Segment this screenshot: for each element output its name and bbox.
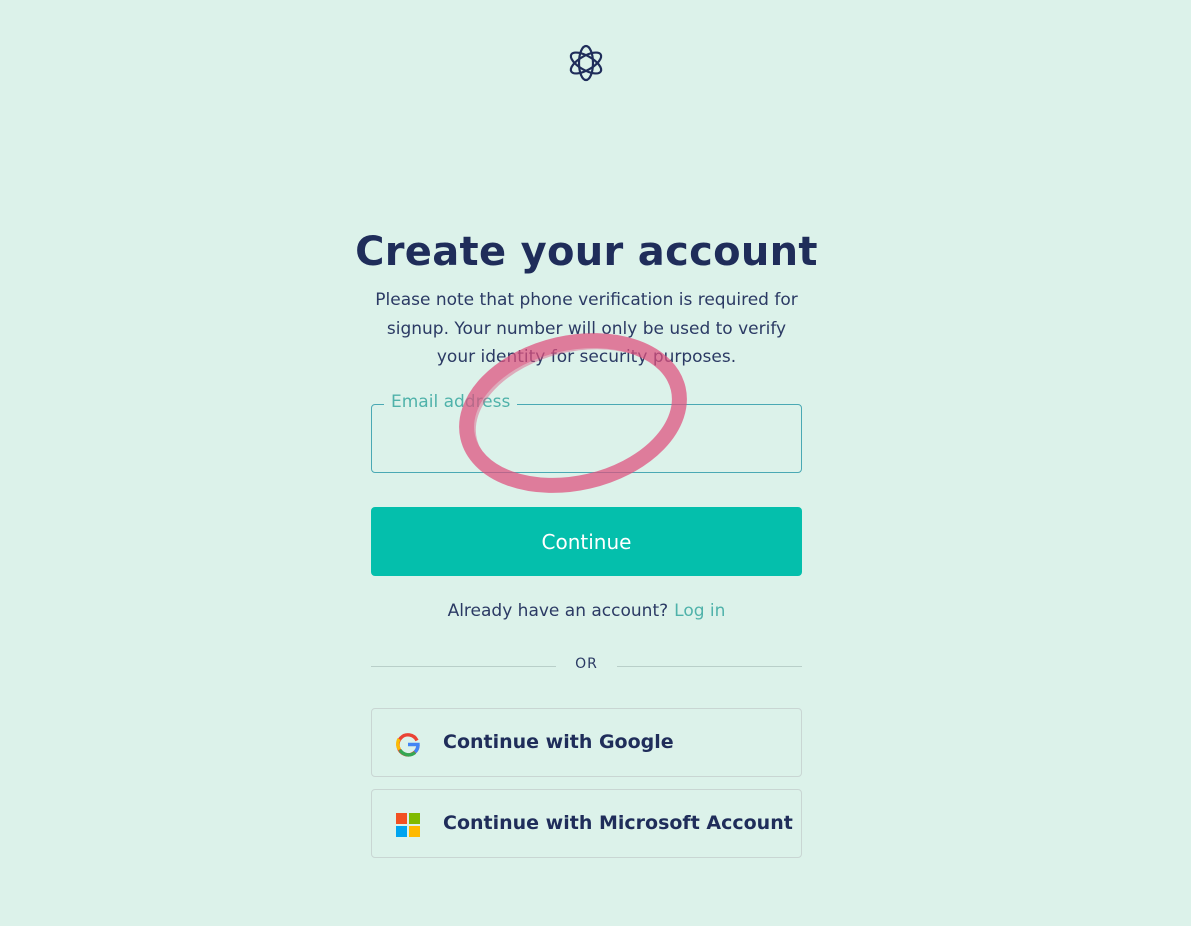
google-button-label: Continue with Google — [443, 731, 674, 753]
microsoft-icon — [395, 812, 421, 838]
email-field[interactable]: Email address — [371, 392, 802, 473]
divider-text: OR — [575, 656, 598, 672]
login-prompt: Already have an account? — [447, 601, 669, 621]
continue-button[interactable]: Continue — [371, 507, 802, 576]
page-title: Create your account — [355, 229, 818, 275]
or-divider: OR — [371, 654, 802, 678]
google-signin-button[interactable]: Continue with Google — [371, 708, 802, 777]
page-subtitle: Please note that phone verification is r… — [375, 290, 798, 367]
google-icon — [395, 731, 421, 757]
microsoft-button-label: Continue with Microsoft Account — [443, 812, 793, 834]
signup-form: Create your account Please note that pho… — [355, 226, 818, 858]
openai-logo-icon — [565, 41, 607, 85]
email-input[interactable] — [372, 405, 801, 472]
login-link[interactable]: Log in — [674, 601, 725, 621]
microsoft-signin-button[interactable]: Continue with Microsoft Account — [371, 789, 802, 858]
divider-line-right — [617, 666, 802, 667]
login-row: Already have an account? Log in — [371, 598, 802, 624]
